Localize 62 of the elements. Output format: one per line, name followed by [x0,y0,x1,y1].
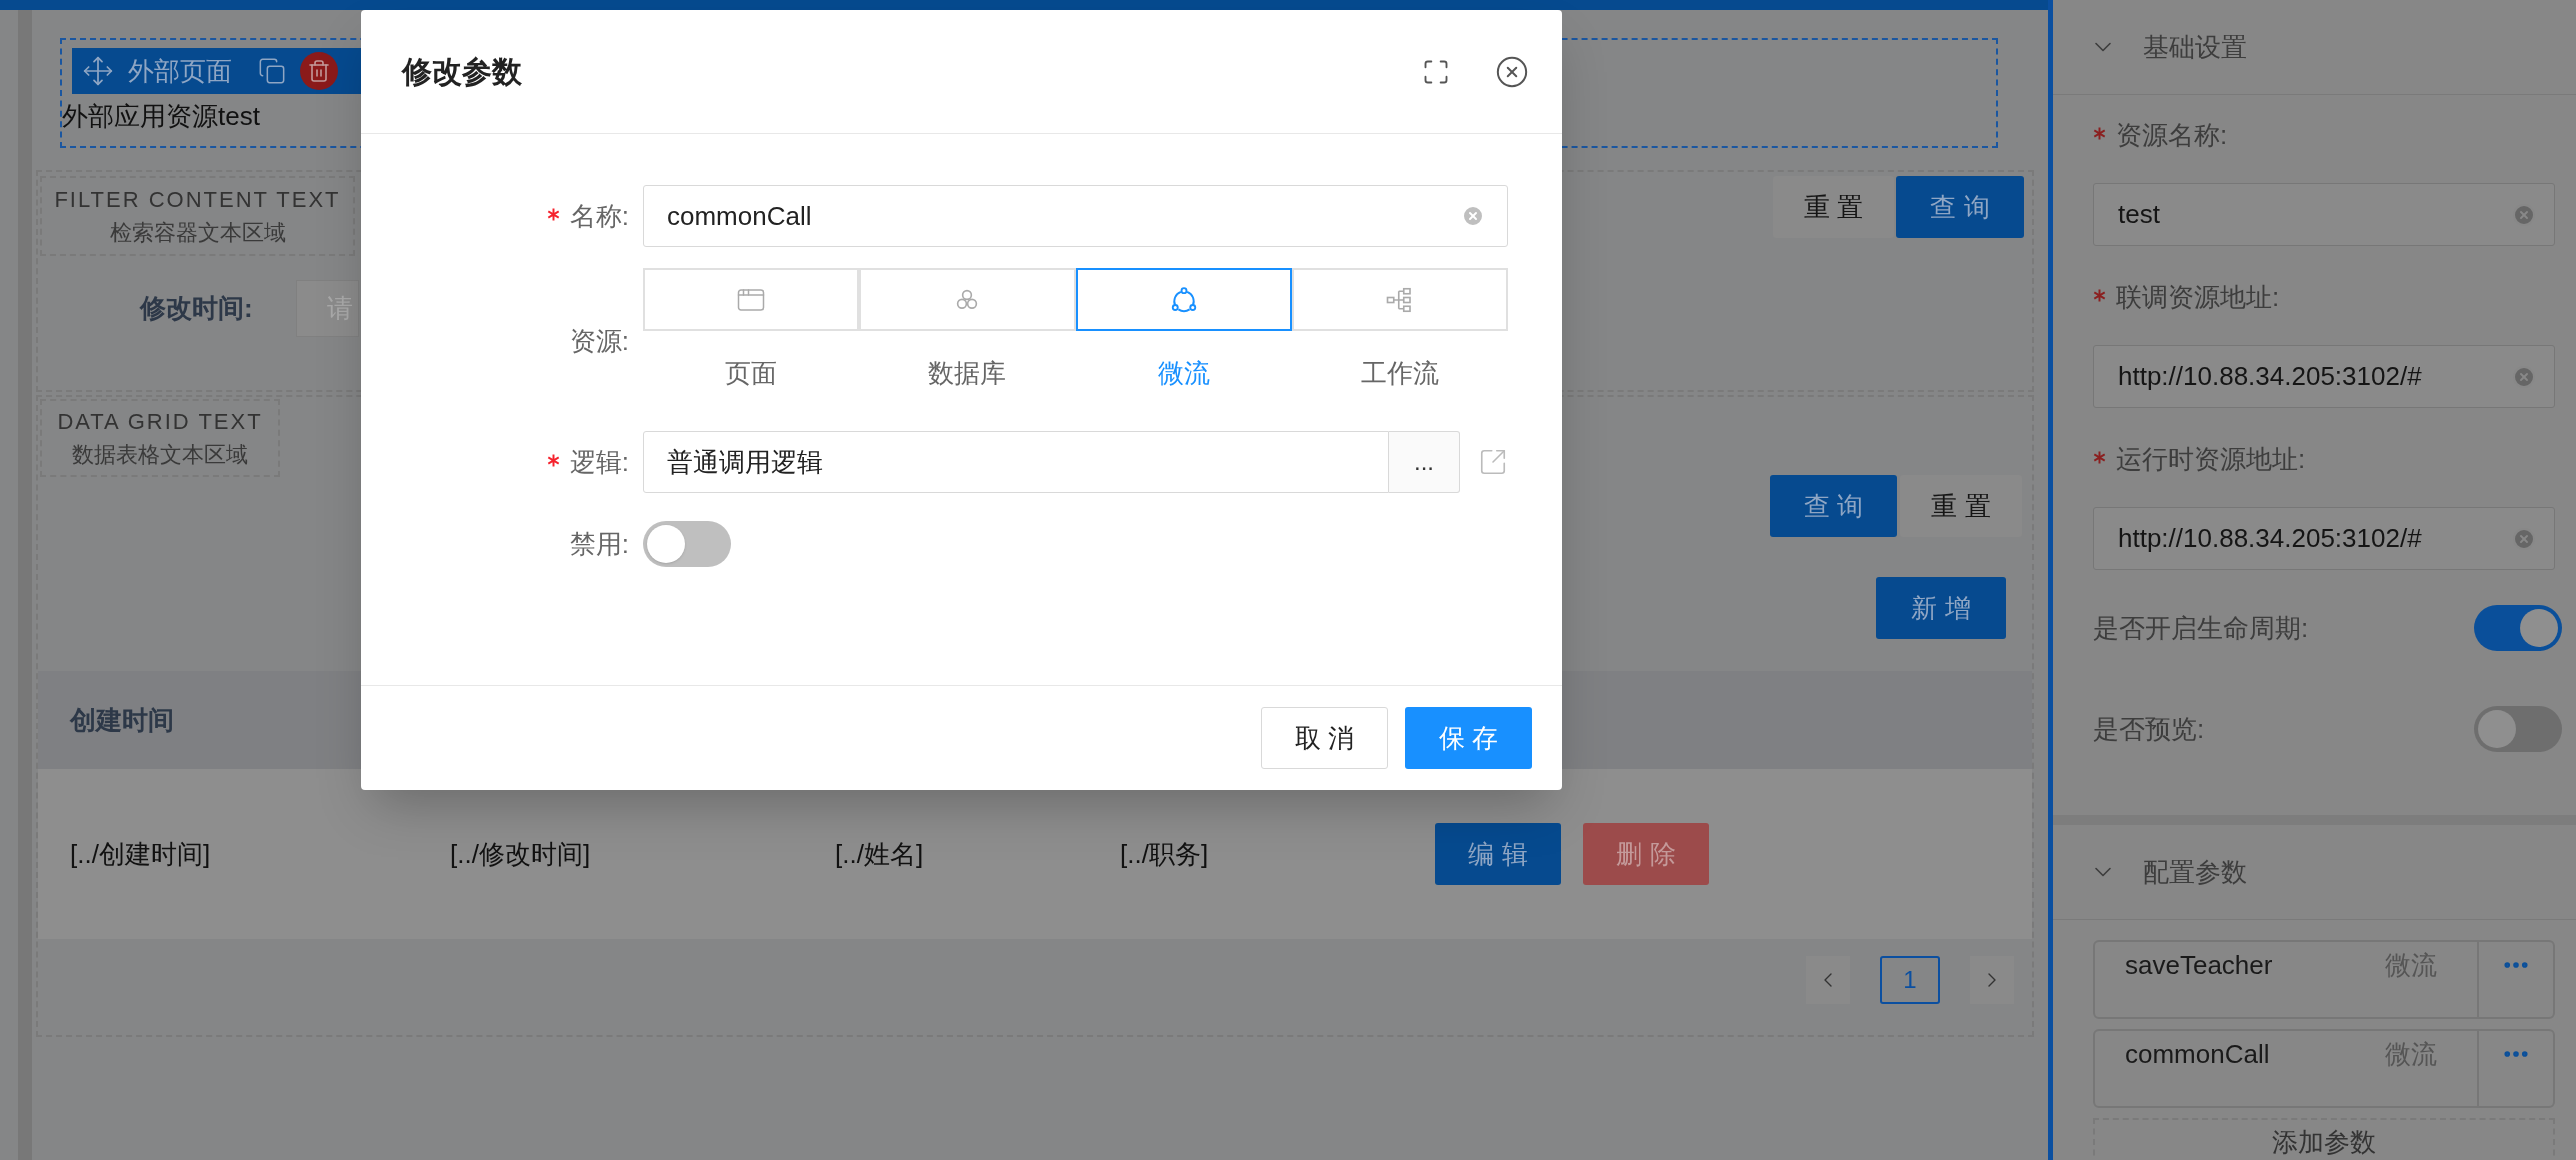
field-value: http://10.88.34.205:3102/# [2118,360,2423,393]
field-label: 修改时间: [140,292,254,325]
section-header[interactable]: 配置参数 [2053,825,2576,920]
component-text: 外部应用资源test [62,100,261,133]
resource-label: 数据库 [927,357,1008,390]
table-cell: [../修改时间] [450,838,591,869]
action-button[interactable]: 编 辑 [1435,823,1561,885]
field-label: 资源名称: [2093,117,2536,153]
resource-label: 工作流 [1359,357,1440,390]
resource-label: 微流 [1156,357,1211,390]
field-label: 逻辑: [361,442,643,482]
dialog-title: 修改参数 [402,54,522,90]
browse-button[interactable]: ... [1389,431,1460,493]
input-field[interactable]: http://10.88.34.205:3102/# [2093,507,2555,570]
action-button[interactable]: 重 置 [1773,176,1894,238]
section-title: 基础设置 [2143,30,2247,64]
section-title: 配置参数 [2143,855,2247,889]
caption-text: 检索容器文本区域 [109,219,286,247]
cancel-button[interactable]: 取 消 [1261,707,1388,769]
next-page-button[interactable] [1970,956,2014,1004]
resource-label: 页面 [724,357,779,390]
toggle-switch[interactable] [2474,605,2562,651]
caption-text: 数据表格文本区域 [72,441,248,469]
toggle-switch[interactable] [2474,706,2562,752]
field-label: 运行时资源地址: [2093,441,2536,477]
save-button[interactable]: 保 存 [1405,707,1532,769]
table-cell: [../职务] [1120,838,1209,869]
action-button[interactable]: 重 置 [1900,475,2022,537]
close-icon[interactable] [1495,54,1529,89]
switch-label: 是否预览: [2093,712,2205,746]
input-value: commonCall [667,199,813,233]
toggle-switch[interactable] [643,521,731,567]
delete-icon[interactable] [300,52,338,90]
parameter-name: commonCall [2125,1038,2271,1071]
field-label: 资源: [568,325,630,358]
logic-input[interactable]: 普通调用逻辑 [643,431,1389,493]
input-field[interactable]: test [2093,183,2555,246]
parameter-name: saveTeacher [2125,949,2274,982]
section-header[interactable]: 基础设置 [2053,0,2576,95]
action-button[interactable]: 查 询 [1770,475,1897,537]
switch-label: 是否开启生命周期: [2093,611,2309,645]
table-cell: [../创建时间] [70,838,211,869]
open-external-icon[interactable] [1478,447,1508,477]
table-cell: [../姓名] [835,838,924,869]
column-header: 创建时间 [70,703,174,737]
previous-page-button[interactable] [1806,956,1850,1004]
toolbar-label: 外部页面 [128,54,232,88]
field-value: test [2118,198,2161,231]
field-label: 名称: [361,196,643,236]
resource-tile[interactable] [1075,268,1292,331]
copy-icon[interactable] [258,57,286,85]
name-input[interactable]: commonCall [643,185,1508,247]
input-value: 普通调用逻辑 [667,445,823,479]
input-field[interactable]: http://10.88.34.205:3102/# [2093,345,2555,408]
field-value: http://10.88.34.205:3102/# [2118,522,2423,555]
action-button[interactable]: 查 询 [1896,176,2024,238]
caption-text: DATA GRID TEXT [57,408,263,436]
field-label: 禁用: [568,527,630,561]
move-icon[interactable] [82,55,114,87]
caption-text: FILTER CONTENT TEXT [54,186,341,214]
field-label: 联调资源地址: [2093,279,2536,315]
add-button[interactable]: 新 增 [1876,577,2006,639]
